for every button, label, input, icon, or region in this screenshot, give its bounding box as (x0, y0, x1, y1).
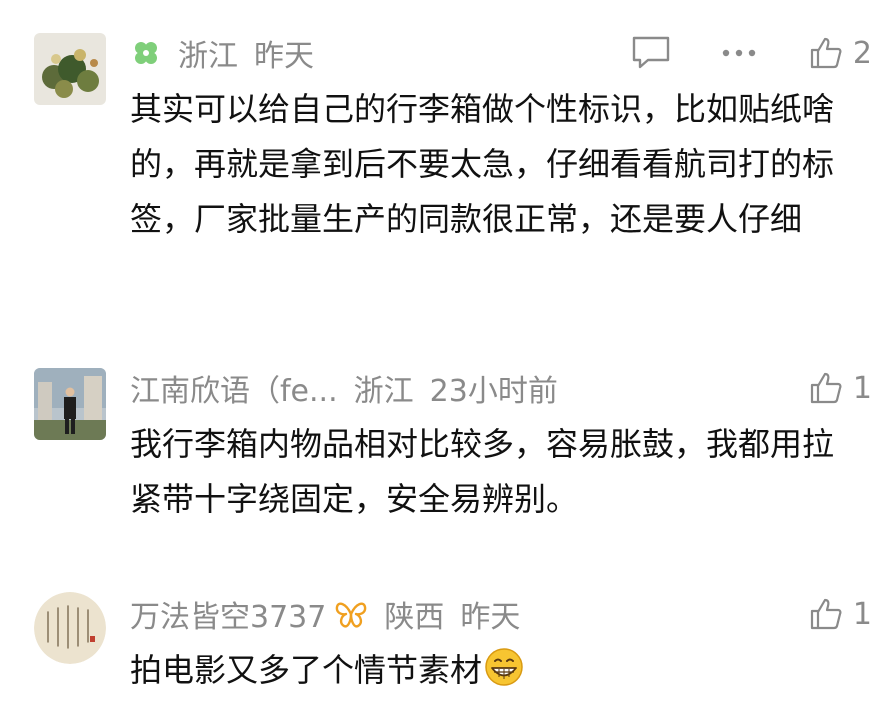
comment-actions: 1 (809, 592, 872, 636)
thumbs-up-icon (810, 37, 842, 69)
thumbs-up-icon (810, 372, 842, 404)
like-button[interactable]: 1 (809, 371, 872, 406)
more-icon[interactable] (721, 48, 757, 58)
like-button[interactable]: 2 (809, 36, 872, 71)
comment-username[interactable]: 万法皆空3737 (130, 592, 326, 636)
clover-icon (130, 37, 162, 69)
comment-time: 昨天 (254, 39, 314, 74)
comment-username[interactable]: 江南欣语（fe... (130, 366, 338, 410)
thumbs-up-icon (810, 598, 842, 630)
reply-icon[interactable] (631, 35, 671, 71)
comment-item: 万法皆空3737 陕西 昨天 1 拍电影又多了个情节素材 (0, 570, 894, 716)
comment-time: 23小时前 (429, 374, 558, 409)
comment-meta: 万法皆空3737 陕西 昨天 (130, 592, 520, 636)
comment-item: 江南欣语（fe... 浙江 23小时前 1 我行李箱内物品相对比较多，容易胀鼓，… (0, 340, 894, 570)
comment-location: 陕西 (384, 600, 445, 635)
comment-actions: 1 (809, 366, 872, 410)
comment-location: 浙江 (353, 374, 414, 409)
comment-meta: 江南欣语（fe... 浙江 23小时前 (130, 366, 558, 410)
comment-text: 其实可以给自己的行李箱做个性标识，比如贴纸啥的，再就是拿到后不要太急，仔细看看航… (130, 90, 835, 238)
comment-location: 浙江 (178, 39, 238, 74)
comment-item: 浙江 昨天 2 其实可以给自己的行李箱做个性标识，比如贴纸啥的，再就是拿到后不要… (0, 0, 894, 330)
like-count: 2 (852, 35, 872, 71)
butterfly-icon (334, 599, 368, 629)
comment-meta: 浙江 昨天 (130, 31, 314, 75)
comment-text: 我行李箱内物品相对比较多，容易胀鼓，我都用拉紧带十字绕固定，安全易辨别。 (130, 425, 835, 518)
avatar[interactable] (34, 368, 106, 440)
like-button[interactable]: 1 (809, 597, 872, 632)
comment-text: 拍电影又多了个情节素材 (130, 651, 483, 689)
avatar[interactable] (34, 592, 106, 664)
grinning-face-emoji (484, 647, 524, 704)
like-count: 1 (852, 370, 872, 406)
avatar[interactable] (34, 33, 106, 105)
comment-time: 昨天 (460, 600, 521, 635)
comment-actions: 2 (631, 31, 872, 75)
comment-text-line: 拍电影又多了个情节素材 (130, 643, 860, 704)
like-count: 1 (852, 596, 872, 632)
